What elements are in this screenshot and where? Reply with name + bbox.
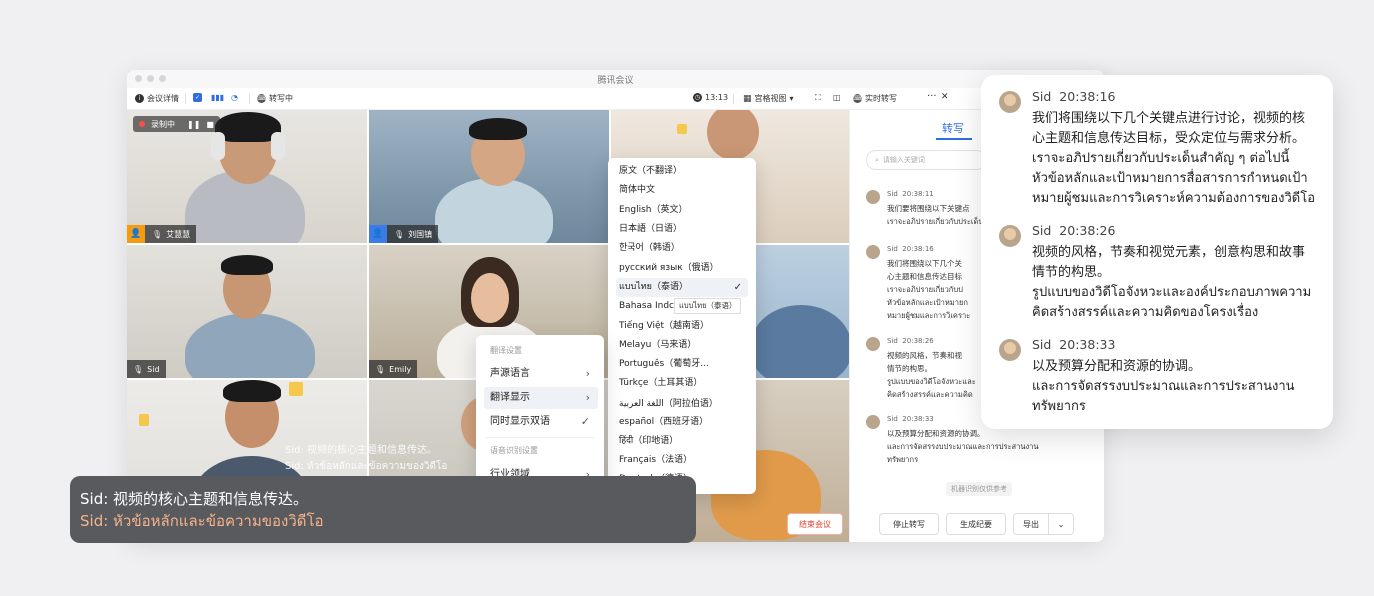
sidebar-icon: ◫ xyxy=(833,93,841,102)
clock-icon: ◷ xyxy=(693,93,702,102)
section-header: 语音识别设置 xyxy=(490,446,538,455)
microphone-icon: 🎙 xyxy=(133,364,144,374)
source-language-item[interactable]: 声源语言 › xyxy=(484,363,598,385)
lang-option[interactable]: русский язык（俄语） xyxy=(616,259,748,278)
window-title: 腾讯会议 xyxy=(597,76,634,86)
transcript-entry: Sid 20:38:26 视频的风格，节奏和视觉元素，创意构思和故事 情节的构思… xyxy=(999,223,1319,323)
security-button[interactable]: ✓ xyxy=(193,93,202,102)
participant-name-tag: 🎙 Sid xyxy=(127,360,166,378)
export-dropdown-button[interactable]: ⌄ xyxy=(1048,513,1074,535)
chevron-right-icon: › xyxy=(585,367,590,380)
transcript-entry: Sid 20:38:33 以及预算分配和资源的协调。 และการจัดสรรง… xyxy=(999,337,1319,417)
lang-option[interactable]: español（西班牙语） xyxy=(616,413,748,432)
signal-indicator[interactable]: ▮▮▮ xyxy=(211,93,224,102)
recording-indicator[interactable]: 录制中 ❚❚ ■ xyxy=(133,116,220,132)
microphone-icon: 🎙 xyxy=(394,229,405,239)
in-video-subtitle: Sid: 视频的核心主题和信息传达。 Sid: หัวข้อหลักและข้อ… xyxy=(285,445,448,472)
lang-option[interactable]: Français（法语） xyxy=(616,451,748,470)
search-icon: ⌕ xyxy=(875,155,879,164)
participant-name-tag: 👤 🎙 艾慧慧 xyxy=(127,225,197,243)
timer: ◷ 13:13 xyxy=(693,93,729,102)
sidebar-toggle-button[interactable]: ◫ xyxy=(833,93,841,102)
avatar xyxy=(866,337,880,351)
stop-transcribe-button[interactable]: 停止转写 xyxy=(879,513,939,535)
network-icon: ◔ xyxy=(231,93,238,102)
network-button[interactable]: ◔ xyxy=(231,93,238,102)
avatar xyxy=(999,339,1021,361)
subtitle-bar: Sid: 视频的核心主题和信息传达。 Sid: หัวข้อหลักและข้อ… xyxy=(70,476,696,543)
zoomed-transcript-card: Sid 20:38:16 我们将围绕以下几个关键点进行讨论，视频的核 心主题和信… xyxy=(981,75,1333,429)
meeting-info-button[interactable]: i 会议详情 xyxy=(135,93,179,104)
realtime-transcribe-button[interactable]: ⌨ 实时转写 xyxy=(853,93,897,104)
check-icon: ✓ xyxy=(580,415,590,428)
check-icon: ✓ xyxy=(733,282,742,293)
lang-option[interactable]: Tiếng Việt（越南语） xyxy=(616,317,748,336)
grid-view-button[interactable]: ▦ 宫格视图 ▾ xyxy=(743,93,794,104)
pause-icon[interactable]: ❚❚ xyxy=(187,120,200,129)
keyword-search-input[interactable]: ⌕ 请输入关键词 xyxy=(866,150,986,170)
shield-icon: ✓ xyxy=(193,93,202,102)
record-dot-icon xyxy=(139,121,145,127)
avatar: 👤 xyxy=(369,225,387,243)
chevron-down-icon: ⌄ xyxy=(1057,519,1065,529)
translate-display-item[interactable]: 翻译显示 › xyxy=(484,387,598,409)
lang-option[interactable]: हिंदी（印地语） xyxy=(616,432,748,451)
transcribe-icon: ⌨ xyxy=(853,94,862,103)
microphone-icon: 🎙 xyxy=(375,364,386,374)
info-icon: i xyxy=(135,94,144,103)
translation-settings-menu: 翻译设置 声源语言 › 翻译显示 › 同时显示双语 ✓ 语音识别设置 行业领域 … xyxy=(476,335,604,493)
fullscreen-button[interactable]: ⛶ xyxy=(815,93,821,103)
microphone-icon: 🎙 xyxy=(152,229,163,239)
tab-transcribe[interactable]: 转写 xyxy=(942,120,964,136)
title-bar: 腾讯会议 xyxy=(127,70,1104,88)
end-meeting-button[interactable]: 结束会议 xyxy=(787,513,843,535)
language-menu: 原文（不翻译） 简体中文 English（英文） 日本語（日语） 한국어（韩语）… xyxy=(608,158,756,494)
avatar xyxy=(866,245,880,259)
generate-minutes-button[interactable]: 生成纪要 xyxy=(946,513,1006,535)
more-button[interactable]: ··· xyxy=(927,91,937,102)
avatar xyxy=(866,190,880,204)
signal-bars-icon: ▮▮▮ xyxy=(211,93,225,102)
lang-option[interactable]: Melayu（马来语） xyxy=(616,336,748,355)
fullscreen-icon: ⛶ xyxy=(815,93,821,102)
lang-option[interactable]: اللغة العربية（阿拉伯语） xyxy=(616,395,748,414)
lang-option[interactable]: English（英文） xyxy=(616,201,748,220)
avatar xyxy=(999,225,1021,247)
video-tile-1[interactable]: 录制中 ❚❚ ■ 👤 🎙 艾慧慧 xyxy=(127,110,367,243)
avatar xyxy=(866,415,880,429)
lang-option[interactable]: Português（葡萄牙... xyxy=(616,355,748,374)
export-button[interactable]: 导出 xyxy=(1013,513,1049,535)
toolbar: i 会议详情 ✓ ▮▮▮ ◔ ⌨ 转写中 ◷ 13:13 ▦ 宫格视图 ▾ ⛶ xyxy=(127,88,1104,110)
headphones xyxy=(211,132,225,160)
chevron-right-icon: › xyxy=(585,391,590,404)
participant-name-tag: 👤 🎙 刘国镇 xyxy=(369,225,439,243)
chevron-down-icon: ▾ xyxy=(789,94,794,103)
transcribe-icon: ⌨ xyxy=(257,94,266,103)
lang-option-selected[interactable]: แบบไทย（泰语） ✓ xyxy=(616,278,748,297)
stop-icon[interactable]: ■ xyxy=(206,120,214,129)
participant-name-tag: 🎙 Emily xyxy=(369,360,418,378)
video-tile-2[interactable]: 👤 🎙 刘国镇 xyxy=(369,110,609,243)
lang-option[interactable]: 한국어（韩语） xyxy=(616,239,748,258)
avatar xyxy=(999,91,1021,113)
machine-recognition-note: 机器识别仅供参考 xyxy=(946,482,1012,496)
avatar: 👤 xyxy=(127,225,145,243)
language-tooltip: แบบไทย（泰语） xyxy=(674,298,742,314)
section-header: 翻译设置 xyxy=(490,346,522,355)
grid-icon: ▦ xyxy=(743,93,752,104)
close-button[interactable]: ✕ xyxy=(941,92,949,102)
transcribing-status[interactable]: ⌨ 转写中 xyxy=(257,93,293,104)
bilingual-toggle-item[interactable]: 同时显示双语 ✓ xyxy=(484,411,598,433)
transcript-entry: Sid 20:38:16 我们将围绕以下几个关键点进行讨论，视频的核 心主题和信… xyxy=(999,89,1319,209)
lang-option[interactable]: 简体中文 xyxy=(616,181,748,200)
lang-option[interactable]: 原文（不翻译） xyxy=(616,162,748,181)
lang-option[interactable]: Türkçe（土耳其语） xyxy=(616,374,748,393)
lang-option[interactable]: 日本語（日语） xyxy=(616,220,748,239)
video-tile-4[interactable]: 🎙 Sid xyxy=(127,245,367,378)
